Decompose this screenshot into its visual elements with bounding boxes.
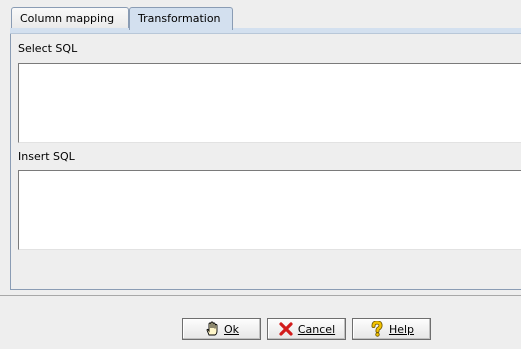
help-button-label: Help — [388, 322, 415, 336]
insert-sql-input[interactable] — [18, 170, 521, 250]
select-sql-input[interactable] — [18, 63, 521, 143]
question-mark-icon — [369, 321, 385, 337]
tab-transformation[interactable]: Transformation — [129, 7, 233, 30]
insert-sql-label: Insert SQL — [18, 150, 75, 163]
button-bar-divider — [0, 295, 521, 296]
hand-icon — [204, 321, 220, 337]
tab-column-mapping[interactable]: Column mapping — [11, 7, 129, 29]
cancel-button-label: Cancel — [297, 322, 336, 336]
red-x-icon — [278, 321, 294, 337]
select-sql-label: Select SQL — [18, 42, 78, 55]
ok-button[interactable]: Ok — [182, 318, 261, 340]
cancel-button[interactable]: Cancel — [267, 318, 346, 340]
ok-button-label: Ok — [223, 322, 240, 336]
transformation-panel: Select SQL Insert SQL — [10, 28, 521, 290]
help-button[interactable]: Help — [352, 318, 431, 340]
